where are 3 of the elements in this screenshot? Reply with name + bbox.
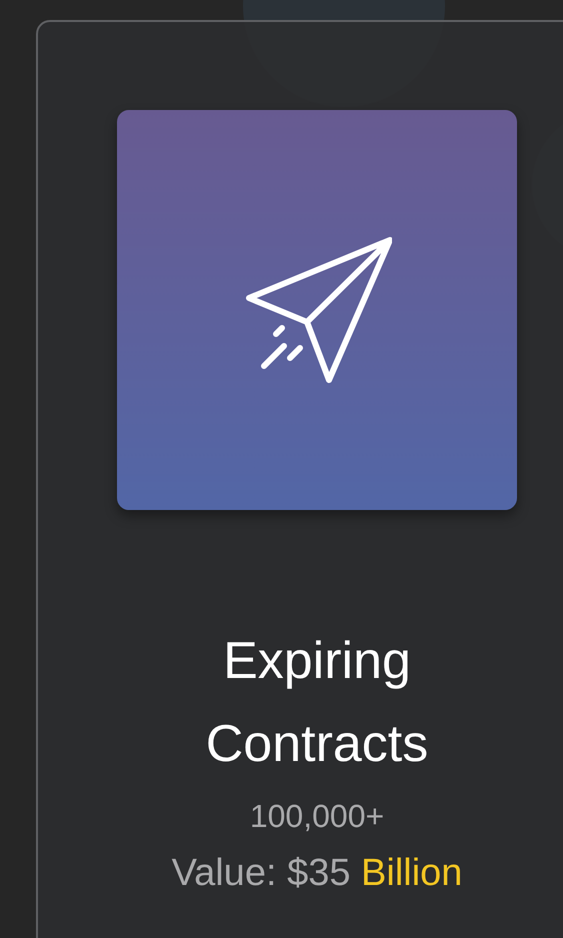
card-title: Expiring Contracts [204,631,430,775]
count-text: 100,000+ [250,797,384,836]
value-text: Value: $35 Billion [172,851,462,896]
